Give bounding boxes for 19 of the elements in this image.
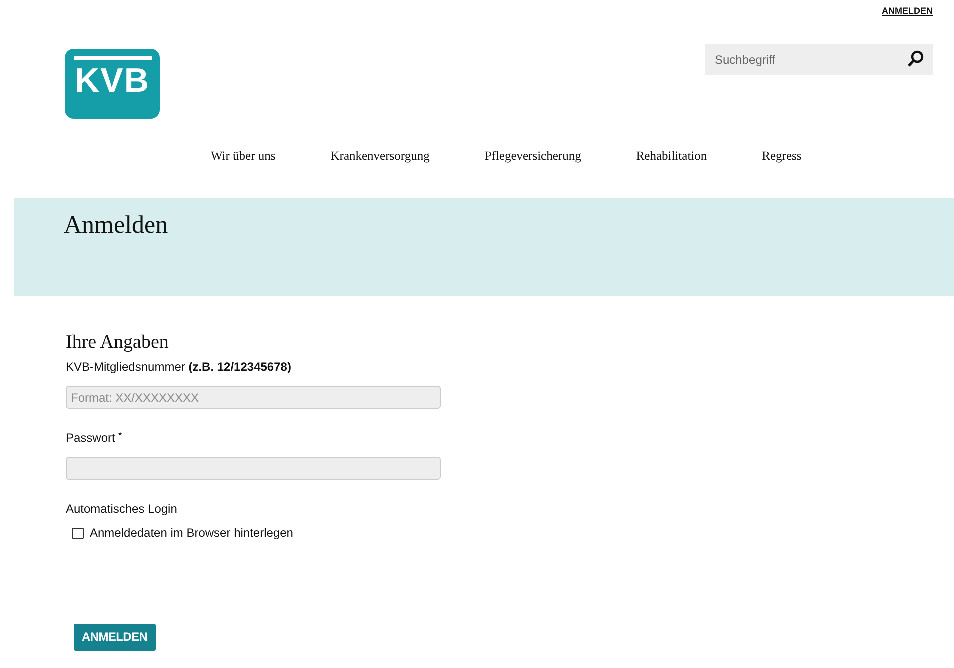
checkbox-label[interactable]: Anmeldedaten im Browser hinterlegen bbox=[90, 526, 294, 540]
search-icon[interactable] bbox=[907, 50, 925, 68]
page-title: Anmelden bbox=[64, 212, 170, 240]
search-field[interactable]: Suchbegriff bbox=[705, 44, 933, 75]
field-label: Passwort bbox=[66, 431, 116, 445]
section-heading: Ihre Angaben bbox=[66, 332, 170, 354]
member-number-field[interactable]: Format: XX/XXXXXXXX bbox=[66, 386, 441, 409]
nav-link[interactable]: Rehabilitation bbox=[636, 149, 708, 164]
required-mark: * bbox=[118, 431, 122, 444]
checkbox[interactable] bbox=[72, 528, 84, 538]
nav-link[interactable]: Krankenversorgung bbox=[330, 149, 430, 164]
password-field[interactable] bbox=[66, 457, 441, 480]
field-label: Automatisches Login bbox=[66, 502, 178, 516]
nav-link[interactable]: Wir über uns bbox=[211, 149, 276, 164]
login-button[interactable]: ANMELDEN bbox=[74, 624, 156, 651]
login-link[interactable]: ANMELDEN bbox=[882, 6, 933, 16]
nav-link[interactable]: Pflegeversicherung bbox=[484, 149, 582, 164]
field-label: KVB-Mitgliedsnummer (z.B. 12/12345678) bbox=[66, 360, 292, 374]
nav-link[interactable]: Regress bbox=[762, 149, 802, 164]
